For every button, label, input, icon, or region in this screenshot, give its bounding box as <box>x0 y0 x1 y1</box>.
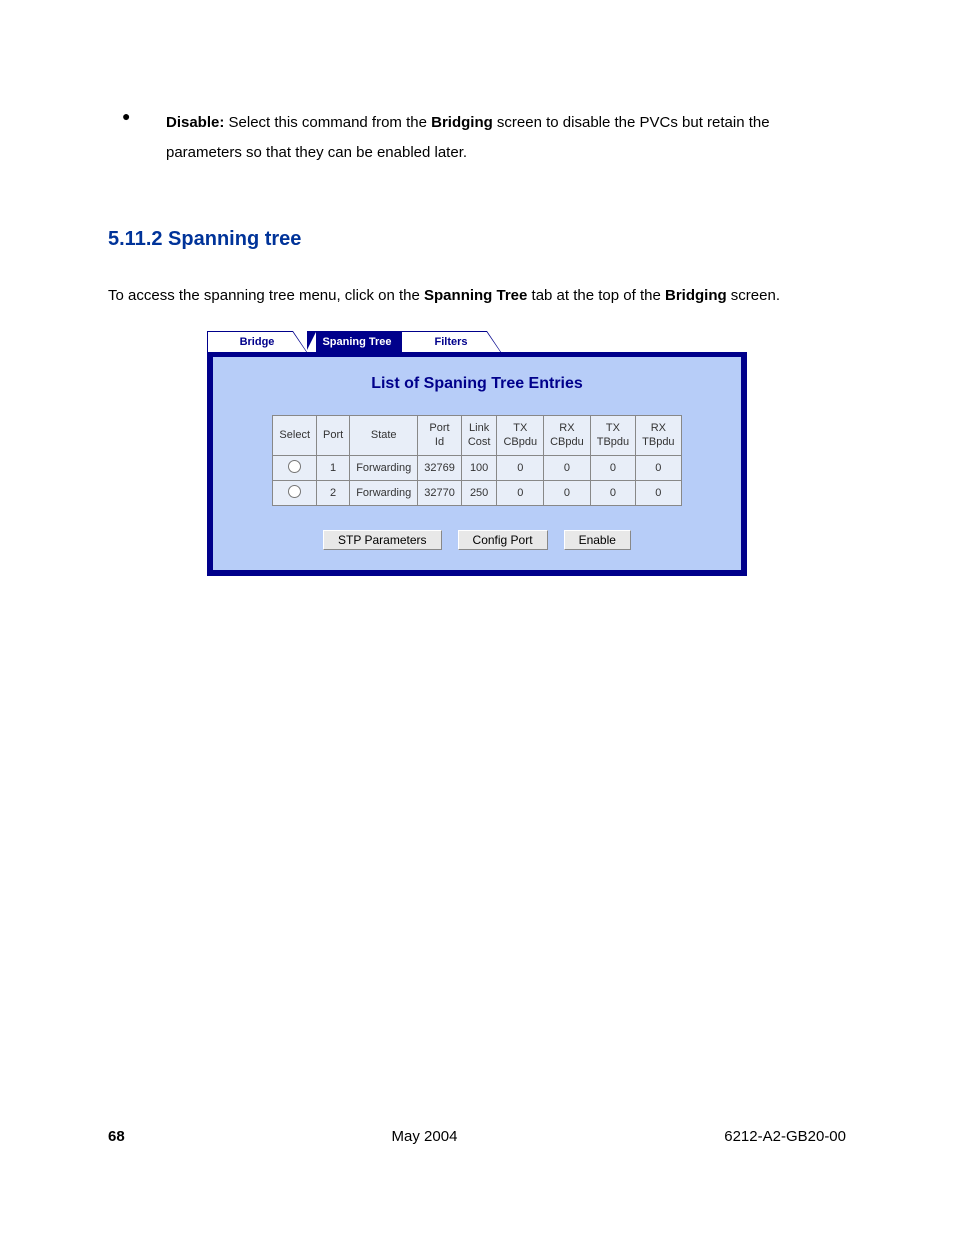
footer-date: May 2004 <box>392 1128 458 1145</box>
col-txcbpdu: TXCBpdu <box>497 416 544 456</box>
panel-outer: List of Spaning Tree Entries Select Port… <box>207 351 747 576</box>
table-row: 1 Forwarding 32769 100 0 0 0 0 <box>273 455 681 480</box>
spanning-tree-table: Select Port State PortId LinkCost TXCBpd… <box>272 415 681 506</box>
table-row: 2 Forwarding 32770 250 0 0 0 0 <box>273 480 681 505</box>
section-heading: 5.11.2 Spanning tree <box>108 228 846 251</box>
cell-txtbpdu: 0 <box>590 480 635 505</box>
cell-txtbpdu: 0 <box>590 455 635 480</box>
cell-rxcbpdu: 0 <box>544 480 591 505</box>
cell-state: Forwarding <box>350 455 418 480</box>
panel-title: List of Spaning Tree Entries <box>221 375 733 393</box>
cell-portid: 32770 <box>418 480 462 505</box>
col-select: Select <box>273 416 317 456</box>
row-select[interactable] <box>273 455 317 480</box>
ui-screenshot: Bridge Spaning Tree Filters List of Span… <box>207 331 747 576</box>
cell-linkcost: 100 <box>461 455 497 480</box>
intro-paragraph: To access the spanning tree menu, click … <box>108 281 846 311</box>
config-port-button[interactable]: Config Port <box>458 530 548 550</box>
enable-button[interactable]: Enable <box>564 530 631 550</box>
col-port: Port <box>317 416 350 456</box>
page-footer: 68 May 2004 6212-A2-GB20-00 <box>108 1128 846 1145</box>
col-state: State <box>350 416 418 456</box>
tab-bridge[interactable]: Bridge <box>207 331 307 352</box>
col-rxcbpdu: RXCBpdu <box>544 416 591 456</box>
col-portid: PortId <box>418 416 462 456</box>
page-number: 68 <box>108 1128 125 1145</box>
footer-docid: 6212-A2-GB20-00 <box>724 1128 846 1145</box>
button-row: STP Parameters Config Port Enable <box>221 530 733 550</box>
select-radio-2[interactable] <box>288 485 301 498</box>
cell-rxtbpdu: 0 <box>636 455 681 480</box>
cell-portid: 32769 <box>418 455 462 480</box>
cell-port: 1 <box>317 455 350 480</box>
table-header-row: Select Port State PortId LinkCost TXCBpd… <box>273 416 681 456</box>
cell-state: Forwarding <box>350 480 418 505</box>
tab-filters[interactable]: Filters <box>401 331 501 352</box>
bullet-text: Disable: Select this command from the Br… <box>166 108 846 168</box>
bullet-disable: ● Disable: Select this command from the … <box>108 108 846 168</box>
col-txtbpdu: TXTBpdu <box>590 416 635 456</box>
tab-row: Bridge Spaning Tree Filters <box>207 331 747 352</box>
tab-spanning-tree[interactable]: Spaning Tree <box>307 331 407 352</box>
col-linkcost: LinkCost <box>461 416 497 456</box>
cell-linkcost: 250 <box>461 480 497 505</box>
cell-txcbpdu: 0 <box>497 480 544 505</box>
cell-txcbpdu: 0 <box>497 455 544 480</box>
stp-parameters-button[interactable]: STP Parameters <box>323 530 441 550</box>
bullet-label: Disable: <box>166 114 224 131</box>
cell-rxtbpdu: 0 <box>636 480 681 505</box>
col-rxtbpdu: RXTBpdu <box>636 416 681 456</box>
row-select[interactable] <box>273 480 317 505</box>
cell-port: 2 <box>317 480 350 505</box>
cell-rxcbpdu: 0 <box>544 455 591 480</box>
bullet-marker: ● <box>108 108 166 168</box>
panel-inner: List of Spaning Tree Entries Select Port… <box>213 357 741 570</box>
select-radio-1[interactable] <box>288 460 301 473</box>
